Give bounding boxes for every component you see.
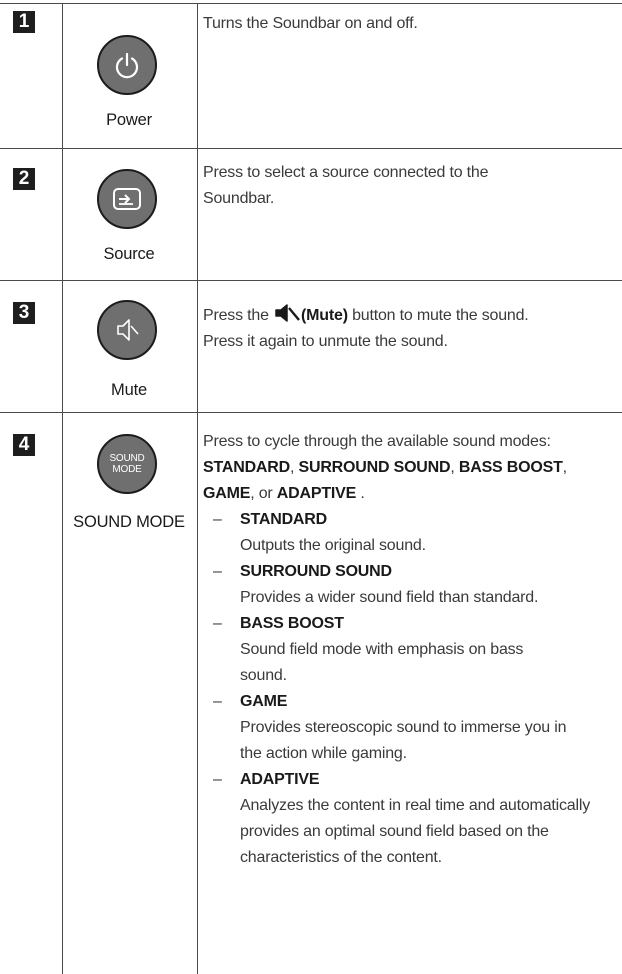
separator: ,	[450, 459, 455, 476]
separator: ,	[562, 459, 567, 476]
list-item: – BASS BOOST Sound field mode with empha…	[203, 611, 570, 689]
row-divider	[0, 148, 622, 149]
sound-mode-button-text: SOUND MODE	[109, 453, 144, 475]
mode-title: GAME	[240, 693, 288, 710]
description-line: Press it again to unmute the sound.	[203, 333, 448, 350]
separator: .	[360, 485, 365, 502]
description-line: Press the (Mute) button to mute the soun…	[203, 303, 618, 329]
column-divider	[197, 3, 198, 974]
row-divider	[0, 412, 622, 413]
mute-label: (Mute)	[301, 307, 348, 324]
row-number-badge: 3	[13, 302, 35, 324]
mode-list: – STANDARD Outputs the original sound. –…	[203, 507, 590, 871]
mode-description: Provides stereoscopic sound to immerse y…	[240, 719, 567, 762]
mode-name: STANDARD	[203, 459, 290, 476]
description-text: Press the	[203, 307, 269, 324]
table-top-rule	[0, 3, 622, 4]
mode-title: SURROUND SOUND	[240, 563, 392, 580]
row-divider	[0, 280, 622, 281]
description-intro: Press to cycle through the available sou…	[203, 433, 551, 450]
button-label: Source	[103, 245, 155, 263]
button-description: Press the (Mute) button to mute the soun…	[203, 303, 618, 355]
mute-speaker-icon	[117, 319, 139, 341]
list-item: – ADAPTIVE Analyzes the content in real …	[203, 767, 610, 871]
row-number-badge: 1	[13, 11, 35, 33]
power-icon	[115, 52, 139, 79]
mode-title: BASS BOOST	[240, 615, 344, 632]
button-description: Turns the Soundbar on and off.	[203, 15, 418, 32]
mode-description: Sound field mode with emphasis on bass s…	[240, 641, 524, 684]
button-text-line: MODE	[112, 464, 142, 475]
dash: –	[213, 511, 222, 528]
source-input-icon	[113, 188, 141, 210]
dash: –	[213, 563, 222, 580]
button-label: Mute	[111, 381, 147, 399]
mute-icon	[275, 304, 300, 322]
mode-name: GAME	[203, 485, 251, 502]
button-description: Press to select a source connected to th…	[203, 164, 489, 207]
column-divider	[62, 3, 63, 974]
separator: ,	[290, 459, 295, 476]
mode-title: ADAPTIVE	[240, 771, 320, 788]
mode-name: SURROUND SOUND	[298, 459, 451, 476]
mode-summary: STANDARD, SURROUND SOUND, BASS BOOST,	[203, 455, 618, 481]
description-text: button to mute the sound.	[352, 307, 529, 324]
list-item: – STANDARD Outputs the original sound.	[203, 507, 588, 559]
button-function-table: 1 Power Turns the Soundbar on and off. 2…	[0, 0, 622, 974]
button-description: Press to cycle through the available sou…	[203, 429, 618, 871]
button-label: SOUND MODE	[73, 513, 185, 531]
mode-description: Outputs the original sound.	[240, 537, 426, 554]
source-button	[97, 169, 157, 229]
mode-summary: GAME, or ADAPTIVE .	[203, 481, 618, 507]
dash: –	[213, 693, 222, 710]
power-button	[97, 35, 157, 95]
mode-name: BASS BOOST	[458, 459, 563, 476]
mode-name: ADAPTIVE	[276, 485, 357, 502]
list-item: – SURROUND SOUND Provides a wider sound …	[203, 559, 588, 611]
button-label: Power	[106, 111, 152, 129]
dash: –	[213, 615, 222, 632]
separator: , or	[250, 485, 273, 502]
button-text-line: SOUND	[109, 453, 145, 464]
row-number-badge: 2	[13, 168, 35, 190]
dash: –	[213, 771, 222, 788]
list-item: – GAME Provides stereoscopic sound to im…	[203, 689, 590, 767]
mode-description: Analyzes the content in real time and au…	[240, 797, 590, 866]
mode-description: Provides a wider sound field than standa…	[240, 589, 539, 606]
row-number-badge: 4	[13, 434, 35, 456]
mute-button	[97, 300, 157, 360]
mode-title: STANDARD	[240, 511, 327, 528]
sound-mode-button: SOUND MODE	[97, 434, 157, 494]
